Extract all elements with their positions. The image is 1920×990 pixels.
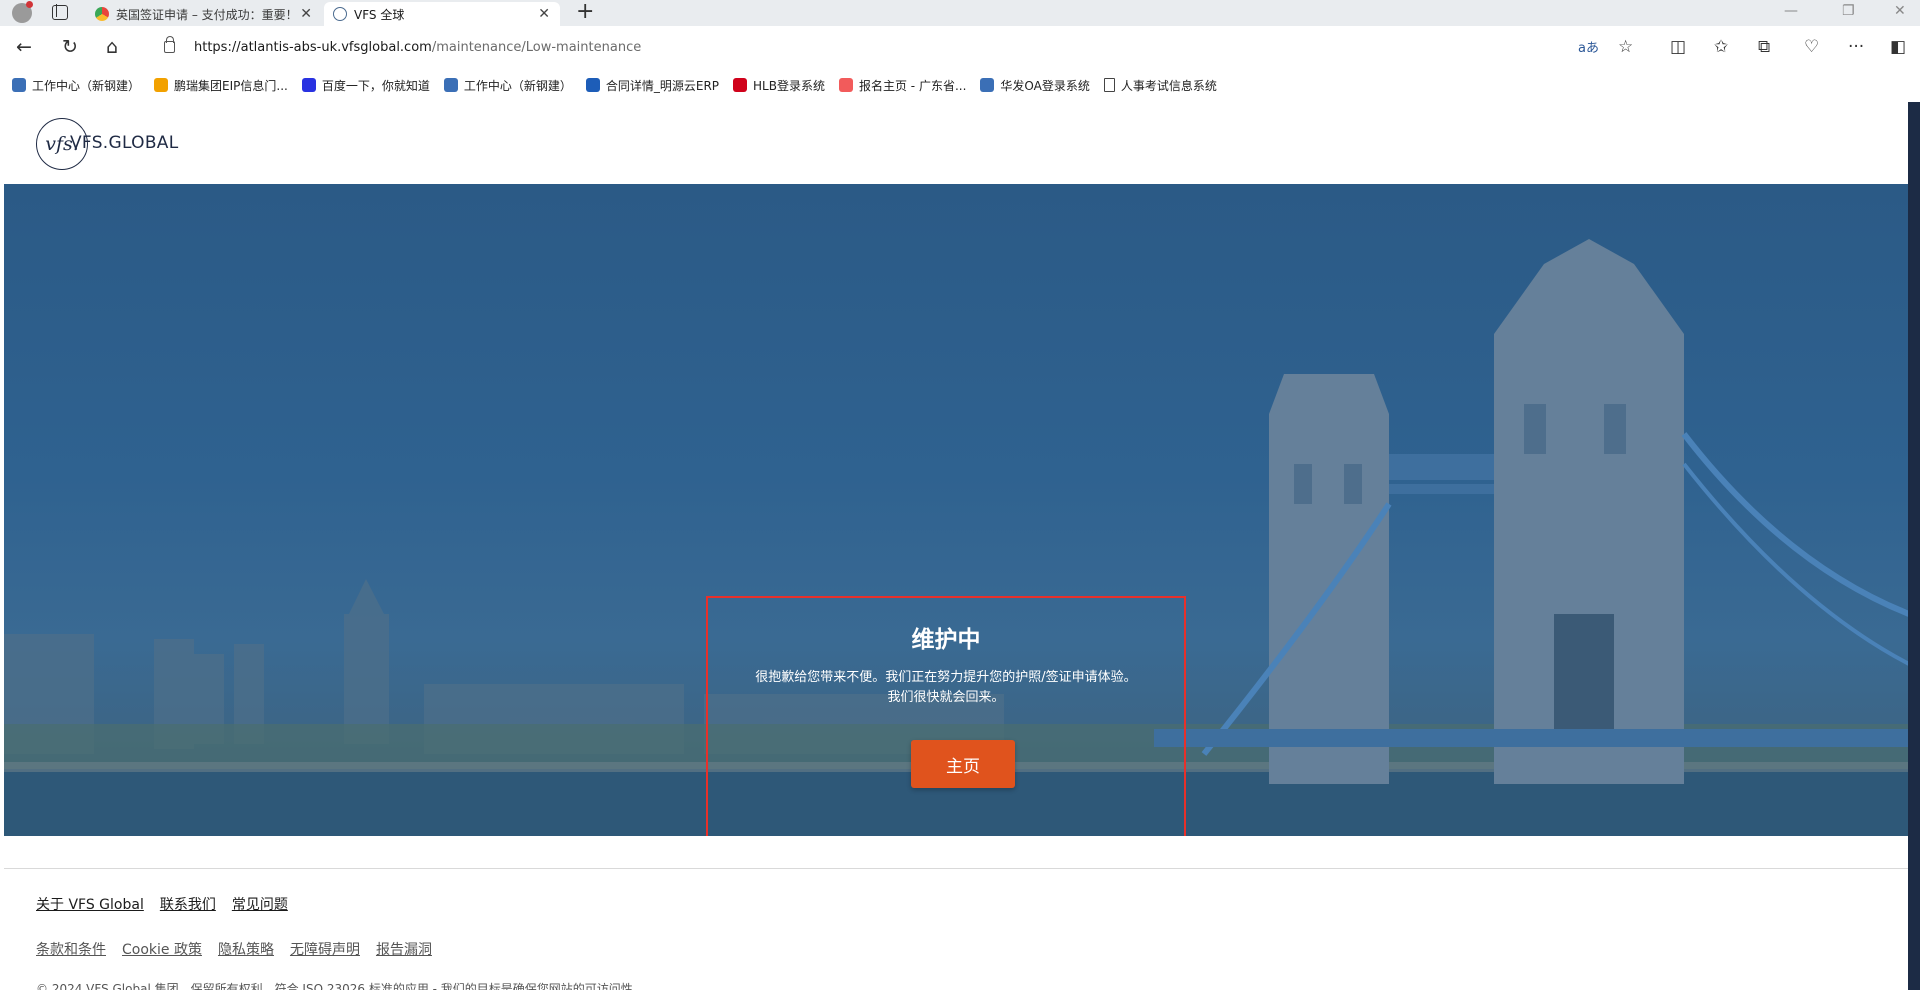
footer-divider xyxy=(4,868,1909,869)
footer-link-terms[interactable]: 条款和条件 xyxy=(36,939,106,959)
bookmark-item[interactable]: 合同详情_明源云ERP xyxy=(585,77,719,94)
maintenance-message: 很抱歉给您带来不便。我们正在努力提升您的护照/签证申请体验。 我们很快就会回来。 xyxy=(708,668,1184,708)
home-button[interactable]: 主页 xyxy=(911,740,1015,788)
bookmark-item[interactable]: 报名主页 - 广东省... xyxy=(838,77,966,94)
close-tab-icon[interactable]: ✕ xyxy=(538,6,550,22)
bookmark-favicon-icon xyxy=(838,78,853,92)
browser-essentials-icon[interactable]: ♡ xyxy=(1804,38,1819,56)
tab-actions-icon[interactable] xyxy=(52,4,68,20)
collections-icon[interactable]: ⧉ xyxy=(1758,38,1770,56)
maintenance-notice: 维护中 很抱歉给您带来不便。我们正在努力提升您的护照/签证申请体验。 我们很快就… xyxy=(706,596,1186,836)
browser-tab-bar: 英国签证申请 – 支付成功：重要！ ✕ VFS 全球 ✕ + — ❐ ✕ xyxy=(0,0,1920,26)
document-icon xyxy=(1103,78,1115,92)
site-info-icon[interactable] xyxy=(164,36,175,53)
home-icon[interactable]: ⌂ xyxy=(106,37,118,57)
vfs-logo-text[interactable]: VFS.GLOBAL xyxy=(70,133,179,153)
bookmark-item[interactable]: 鹏瑞集团EIP信息门... xyxy=(154,77,288,94)
footer-link-privacy[interactable]: 隐私策略 xyxy=(218,939,274,959)
bookmark-item[interactable]: 工作中心（新钢建） xyxy=(12,77,140,94)
close-tab-icon[interactable]: ✕ xyxy=(300,6,312,22)
bookmark-item[interactable]: HLB登录系统 xyxy=(733,77,825,94)
tab-title: 英国签证申请 – 支付成功：重要！ xyxy=(116,7,291,22)
copyright-text: © 2024 VFS Global 集团。保留所有权利。符合 ISO 23026… xyxy=(36,982,633,990)
bookmark-item[interactable]: 百度一下，你就知道 xyxy=(301,77,430,94)
bookmarks-bar: 工作中心（新钢建） 鹏瑞集团EIP信息门... 百度一下，你就知道 工作中心（新… xyxy=(0,70,1920,100)
favorites-icon[interactable]: ✩ xyxy=(1714,38,1728,56)
url-domain: https://atlantis-abs-uk.vfsglobal.com xyxy=(194,40,432,55)
bookmark-favicon-icon xyxy=(585,78,600,92)
refresh-icon[interactable]: ↻ xyxy=(62,37,78,57)
url-path: /maintenance/Low-maintenance xyxy=(431,40,642,55)
translate-icon[interactable]: aあ xyxy=(1578,40,1599,58)
minimize-icon[interactable]: — xyxy=(1784,3,1798,19)
new-tab-button[interactable]: + xyxy=(576,1,594,23)
bookmark-favicon-icon xyxy=(12,78,26,92)
footer-secondary-links: 条款和条件 Cookie 政策 隐私策略 无障碍声明 报告漏洞 xyxy=(36,939,448,959)
footer-link-faq[interactable]: 常见问题 xyxy=(232,894,288,914)
close-window-icon[interactable]: ✕ xyxy=(1894,3,1906,19)
site-header: vfs. VFS.GLOBAL xyxy=(4,102,1909,184)
bookmark-item[interactable]: 人事考试信息系统 xyxy=(1103,77,1217,94)
tab-title: VFS 全球 xyxy=(354,7,405,22)
restore-icon[interactable]: ❐ xyxy=(1842,3,1855,19)
maintenance-line-1: 很抱歉给您带来不便。我们正在努力提升您的护照/签证申请体验。 xyxy=(755,670,1137,685)
vfs-favicon-icon xyxy=(333,7,347,21)
hero-banner: 维护中 很抱歉给您带来不便。我们正在努力提升您的护照/签证申请体验。 我们很快就… xyxy=(4,184,1909,836)
bookmark-favicon-icon xyxy=(733,78,748,92)
maintenance-title: 维护中 xyxy=(911,627,981,653)
footer-link-accessibility[interactable]: 无障碍声明 xyxy=(290,939,360,959)
sidebar-toggle-icon[interactable]: ◧ xyxy=(1890,38,1906,56)
bookmark-item[interactable]: 工作中心（新钢建） xyxy=(443,77,572,94)
bookmark-favicon-icon xyxy=(443,78,458,92)
url-field[interactable]: https://atlantis-abs-uk.vfsglobal.com/ma… xyxy=(194,40,641,55)
tab-visa-payment[interactable]: 英国签证申请 – 支付成功：重要！ ✕ xyxy=(86,2,322,26)
bookmark-item[interactable]: 华发OA登录系统 xyxy=(980,77,1090,94)
tab-vfs-global[interactable]: VFS 全球 ✕ xyxy=(324,2,560,26)
more-menu-icon[interactable]: ··· xyxy=(1848,38,1864,56)
split-screen-icon[interactable]: ◫ xyxy=(1670,38,1686,56)
notification-dot xyxy=(26,1,33,8)
back-icon[interactable]: ← xyxy=(16,37,32,57)
footer-primary-links: 关于 VFS Global 联系我们 常见问题 xyxy=(36,894,304,914)
footer-link-contact[interactable]: 联系我们 xyxy=(160,894,216,914)
chrome-favicon-icon xyxy=(95,7,109,21)
footer-link-cookie[interactable]: Cookie 政策 xyxy=(122,939,202,959)
favorite-star-icon[interactable]: ☆ xyxy=(1618,38,1633,56)
footer-link-about[interactable]: 关于 VFS Global xyxy=(36,894,144,914)
maintenance-line-2: 我们很快就会回来。 xyxy=(887,690,1005,705)
page-scrollbar[interactable] xyxy=(1908,102,1920,990)
web-page: vfs. VFS.GLOBAL 维护中 很抱歉给您带来不便。我们正在努力提升您的… xyxy=(4,102,1909,990)
footer-link-report-vulnerability[interactable]: 报告漏洞 xyxy=(376,939,432,959)
bookmark-favicon-icon xyxy=(154,78,169,92)
bookmark-favicon-icon xyxy=(980,78,995,92)
bookmark-favicon-icon xyxy=(301,78,316,92)
address-toolbar: ← ↻ ⌂ https://atlantis-abs-uk.vfsglobal.… xyxy=(0,26,1920,70)
profile-avatar[interactable] xyxy=(12,1,33,23)
